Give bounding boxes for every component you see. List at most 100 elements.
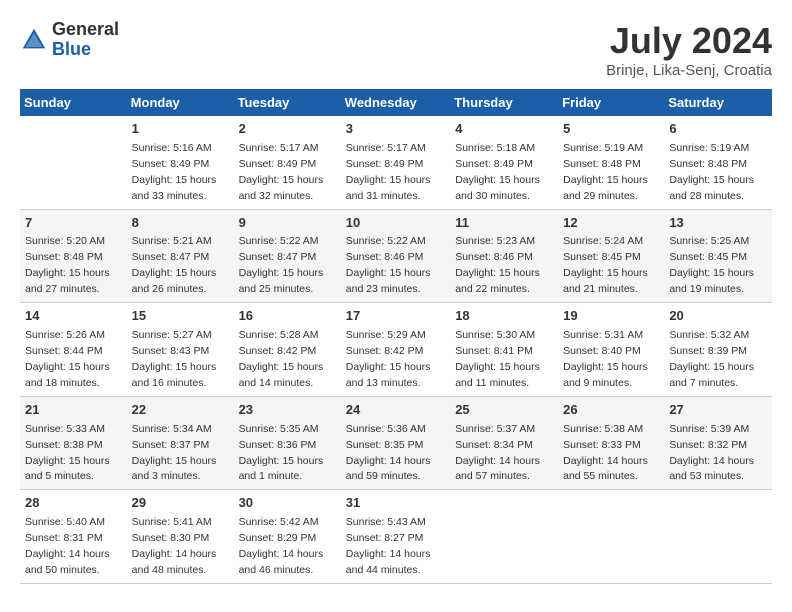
day-info: Sunrise: 5:38 AM Sunset: 8:33 PM Dayligh…	[563, 423, 648, 483]
calendar-header-row: SundayMondayTuesdayWednesdayThursdayFrid…	[20, 89, 772, 116]
day-number: 30	[239, 494, 336, 513]
day-info: Sunrise: 5:18 AM Sunset: 8:49 PM Dayligh…	[455, 142, 540, 202]
calendar-cell: 9 Sunrise: 5:22 AM Sunset: 8:47 PM Daylig…	[234, 209, 341, 303]
calendar-cell: 14Sunrise: 5:26 AM Sunset: 8:44 PM Dayli…	[20, 303, 127, 397]
week-row-5: 28 Sunrise: 5:40 AM Sunset: 8:31 PM Dayli…	[20, 490, 772, 584]
week-row-4: 21 Sunrise: 5:33 AM Sunset: 8:38 PM Dayli…	[20, 396, 772, 490]
day-info: Sunrise: 5:23 AM Sunset: 8:46 PM Dayligh…	[455, 235, 540, 295]
logo-icon	[20, 26, 48, 54]
day-info: Sunrise: 5:41 AM Sunset: 8:30 PM Dayligh…	[132, 516, 217, 576]
day-number: 25	[455, 401, 553, 420]
day-number: 20	[669, 307, 767, 326]
calendar-cell: 27Sunrise: 5:39 AM Sunset: 8:32 PM Dayli…	[664, 396, 772, 490]
calendar-cell: 20 Sunrise: 5:32 AM Sunset: 8:39 PM Dayli…	[664, 303, 772, 397]
calendar-cell: 18Sunrise: 5:30 AM Sunset: 8:41 PM Dayli…	[450, 303, 558, 397]
location-subtitle: Brinje, Lika-Senj, Croatia	[606, 62, 772, 79]
calendar-cell	[664, 490, 772, 584]
day-info: Sunrise: 5:34 AM Sunset: 8:37 PM Dayligh…	[132, 423, 217, 483]
day-number: 9	[239, 214, 336, 233]
day-header-saturday: Saturday	[664, 89, 772, 116]
day-header-monday: Monday	[127, 89, 234, 116]
day-info: Sunrise: 5:19 AM Sunset: 8:48 PM Dayligh…	[563, 142, 648, 202]
logo-text: General Blue	[52, 20, 119, 60]
day-number: 6	[669, 120, 767, 139]
calendar-cell: 29 Sunrise: 5:41 AM Sunset: 8:30 PM Dayli…	[127, 490, 234, 584]
month-title: July 2024	[606, 20, 772, 62]
day-info: Sunrise: 5:40 AM Sunset: 8:31 PM Dayligh…	[25, 516, 110, 576]
day-info: Sunrise: 5:33 AM Sunset: 8:38 PM Dayligh…	[25, 423, 110, 483]
calendar-cell: 3Sunrise: 5:17 AM Sunset: 8:49 PM Daylig…	[341, 116, 450, 209]
day-number: 10	[346, 214, 445, 233]
day-number: 21	[25, 401, 122, 420]
calendar-cell: 26 Sunrise: 5:38 AM Sunset: 8:33 PM Dayli…	[558, 396, 664, 490]
day-number: 13	[669, 214, 767, 233]
day-number: 5	[563, 120, 659, 139]
day-info: Sunrise: 5:31 AM Sunset: 8:40 PM Dayligh…	[563, 329, 648, 389]
logo-blue-text: Blue	[52, 39, 91, 59]
calendar-cell: 25Sunrise: 5:37 AM Sunset: 8:34 PM Dayli…	[450, 396, 558, 490]
calendar-cell: 13 Sunrise: 5:25 AM Sunset: 8:45 PM Dayli…	[664, 209, 772, 303]
calendar-cell: 7 Sunrise: 5:20 AM Sunset: 8:48 PM Daylig…	[20, 209, 127, 303]
day-number: 15	[132, 307, 229, 326]
calendar-cell: 17Sunrise: 5:29 AM Sunset: 8:42 PM Dayli…	[341, 303, 450, 397]
day-number: 7	[25, 214, 122, 233]
day-info: Sunrise: 5:22 AM Sunset: 8:47 PM Dayligh…	[239, 235, 324, 295]
day-number: 2	[239, 120, 336, 139]
day-info: Sunrise: 5:21 AM Sunset: 8:47 PM Dayligh…	[132, 235, 217, 295]
calendar-cell	[558, 490, 664, 584]
calendar-cell: 23 Sunrise: 5:35 AM Sunset: 8:36 PM Dayli…	[234, 396, 341, 490]
calendar-cell: 30Sunrise: 5:42 AM Sunset: 8:29 PM Dayli…	[234, 490, 341, 584]
title-area: July 2024 Brinje, Lika-Senj, Croatia	[606, 20, 772, 79]
day-info: Sunrise: 5:36 AM Sunset: 8:35 PM Dayligh…	[346, 423, 431, 483]
calendar-cell: 15Sunrise: 5:27 AM Sunset: 8:43 PM Dayli…	[127, 303, 234, 397]
calendar-table: SundayMondayTuesdayWednesdayThursdayFrid…	[20, 89, 772, 584]
day-info: Sunrise: 5:22 AM Sunset: 8:46 PM Dayligh…	[346, 235, 431, 295]
logo-general-text: General	[52, 19, 119, 39]
calendar-cell: 24Sunrise: 5:36 AM Sunset: 8:35 PM Dayli…	[341, 396, 450, 490]
calendar-cell: 31Sunrise: 5:43 AM Sunset: 8:27 PM Dayli…	[341, 490, 450, 584]
day-info: Sunrise: 5:35 AM Sunset: 8:36 PM Dayligh…	[239, 423, 324, 483]
calendar-cell: 10 Sunrise: 5:22 AM Sunset: 8:46 PM Dayli…	[341, 209, 450, 303]
calendar-cell: 12 Sunrise: 5:24 AM Sunset: 8:45 PM Dayli…	[558, 209, 664, 303]
day-info: Sunrise: 5:29 AM Sunset: 8:42 PM Dayligh…	[346, 329, 431, 389]
calendar-cell: 19Sunrise: 5:31 AM Sunset: 8:40 PM Dayli…	[558, 303, 664, 397]
day-number: 26	[563, 401, 659, 420]
day-number: 28	[25, 494, 122, 513]
day-number: 11	[455, 214, 553, 233]
week-row-3: 14Sunrise: 5:26 AM Sunset: 8:44 PM Dayli…	[20, 303, 772, 397]
day-number: 4	[455, 120, 553, 139]
calendar-cell: 16 Sunrise: 5:28 AM Sunset: 8:42 PM Dayli…	[234, 303, 341, 397]
day-info: Sunrise: 5:32 AM Sunset: 8:39 PM Dayligh…	[669, 329, 754, 389]
calendar-cell: 28 Sunrise: 5:40 AM Sunset: 8:31 PM Dayli…	[20, 490, 127, 584]
day-header-wednesday: Wednesday	[341, 89, 450, 116]
day-info: Sunrise: 5:16 AM Sunset: 8:49 PM Dayligh…	[132, 142, 217, 202]
header: General Blue July 2024 Brinje, Lika-Senj…	[20, 20, 772, 79]
day-info: Sunrise: 5:43 AM Sunset: 8:27 PM Dayligh…	[346, 516, 431, 576]
day-info: Sunrise: 5:24 AM Sunset: 8:45 PM Dayligh…	[563, 235, 648, 295]
calendar-cell: 5 Sunrise: 5:19 AM Sunset: 8:48 PM Daylig…	[558, 116, 664, 209]
calendar-cell: 1Sunrise: 5:16 AM Sunset: 8:49 PM Daylig…	[127, 116, 234, 209]
calendar-cell: 21 Sunrise: 5:33 AM Sunset: 8:38 PM Dayli…	[20, 396, 127, 490]
calendar-cell: 22 Sunrise: 5:34 AM Sunset: 8:37 PM Dayli…	[127, 396, 234, 490]
day-info: Sunrise: 5:26 AM Sunset: 8:44 PM Dayligh…	[25, 329, 110, 389]
calendar-cell: 4 Sunrise: 5:18 AM Sunset: 8:49 PM Daylig…	[450, 116, 558, 209]
day-info: Sunrise: 5:17 AM Sunset: 8:49 PM Dayligh…	[346, 142, 431, 202]
day-header-thursday: Thursday	[450, 89, 558, 116]
day-header-sunday: Sunday	[20, 89, 127, 116]
day-info: Sunrise: 5:39 AM Sunset: 8:32 PM Dayligh…	[669, 423, 754, 483]
day-info: Sunrise: 5:25 AM Sunset: 8:45 PM Dayligh…	[669, 235, 754, 295]
day-number: 16	[239, 307, 336, 326]
day-info: Sunrise: 5:17 AM Sunset: 8:49 PM Dayligh…	[239, 142, 324, 202]
calendar-cell: 11 Sunrise: 5:23 AM Sunset: 8:46 PM Dayli…	[450, 209, 558, 303]
logo: General Blue	[20, 20, 119, 60]
week-row-2: 7 Sunrise: 5:20 AM Sunset: 8:48 PM Daylig…	[20, 209, 772, 303]
day-number: 12	[563, 214, 659, 233]
day-info: Sunrise: 5:20 AM Sunset: 8:48 PM Dayligh…	[25, 235, 110, 295]
day-info: Sunrise: 5:28 AM Sunset: 8:42 PM Dayligh…	[239, 329, 324, 389]
day-header-tuesday: Tuesday	[234, 89, 341, 116]
calendar-cell	[20, 116, 127, 209]
calendar-cell: 6Sunrise: 5:19 AM Sunset: 8:48 PM Daylig…	[664, 116, 772, 209]
day-number: 22	[132, 401, 229, 420]
day-number: 23	[239, 401, 336, 420]
day-number: 29	[132, 494, 229, 513]
